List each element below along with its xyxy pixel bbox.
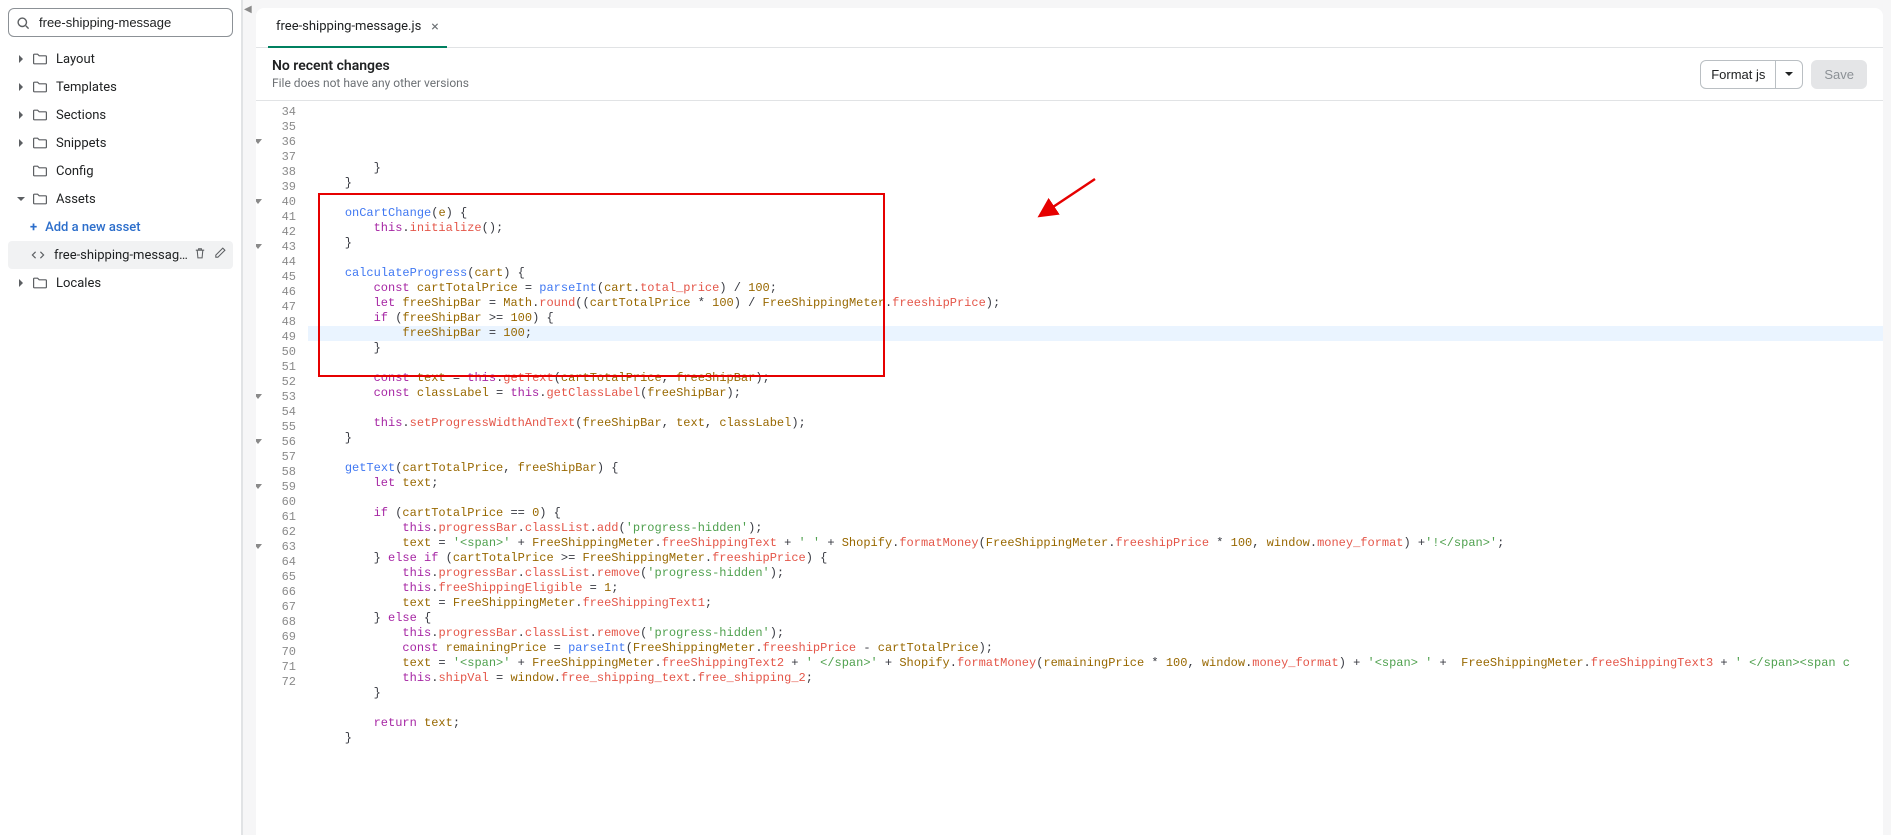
tree-label: Assets (56, 192, 227, 207)
chevron-down-icon (14, 192, 28, 206)
file-header-title: No recent changes (272, 58, 469, 74)
search-wrap (8, 8, 233, 37)
file-header-left: No recent changes File does not have any… (272, 58, 469, 90)
tree-label: Config (56, 164, 227, 179)
chevron-right-icon (14, 52, 28, 66)
save-button[interactable]: Save (1811, 60, 1867, 89)
folder-icon (32, 107, 48, 123)
tree-label: Locales (56, 276, 227, 291)
tree-label: Snippets (56, 136, 227, 151)
file-row-actions (193, 246, 227, 264)
app-root: Layout Templates Sections Snippets Confi (0, 0, 1891, 835)
tree-folder-templates[interactable]: Templates (8, 73, 233, 101)
tree-label: free-shipping-message.js (54, 248, 193, 263)
tree-label: Add a new asset (45, 220, 227, 235)
tab-label: free-shipping-message.js (276, 19, 421, 34)
tree-folder-assets[interactable]: Assets (8, 185, 233, 213)
folder-icon (32, 191, 48, 207)
tab-free-shipping[interactable]: free-shipping-message.js × (268, 8, 447, 48)
file-header-right: Format js Save (1700, 60, 1867, 89)
tree-folder-config[interactable]: Config (8, 157, 233, 185)
file-tree: Layout Templates Sections Snippets Confi (8, 45, 233, 297)
editor-tabs: free-shipping-message.js × (256, 8, 1883, 48)
sidebar: Layout Templates Sections Snippets Confi (0, 0, 242, 835)
tree-label: Templates (56, 80, 227, 95)
folder-icon (32, 163, 48, 179)
plus-icon: + (30, 220, 37, 235)
tree-folder-layout[interactable]: Layout (8, 45, 233, 73)
gutter: 3435363738394041424344454647484950515253… (256, 101, 308, 835)
search-input[interactable] (8, 8, 233, 37)
code-icon (30, 247, 46, 263)
format-button[interactable]: Format js (1700, 60, 1803, 89)
chevron-right-icon (14, 80, 28, 94)
chevron-spacer (14, 164, 28, 178)
chevron-right-icon (14, 276, 28, 290)
folder-icon (32, 51, 48, 67)
main-panel: free-shipping-message.js × No recent cha… (256, 0, 1891, 835)
tree-label: Sections (56, 108, 227, 123)
search-icon (16, 16, 30, 30)
folder-icon (32, 275, 48, 291)
chevron-right-icon (14, 108, 28, 122)
folder-icon (32, 79, 48, 95)
file-header: No recent changes File does not have any… (256, 48, 1883, 101)
chevron-down-icon[interactable] (1776, 63, 1802, 85)
chevron-right-icon (14, 136, 28, 150)
code-area[interactable]: } } onCartChange(e) { this.initialize();… (308, 101, 1883, 835)
collapse-caret-icon[interactable]: ◀ (244, 4, 252, 15)
tree-label: Layout (56, 52, 227, 67)
edit-icon[interactable] (213, 246, 227, 264)
format-button-label: Format js (1701, 61, 1776, 88)
add-asset-button[interactable]: + Add a new asset (8, 213, 233, 241)
file-header-subtitle: File does not have any other versions (272, 76, 469, 90)
tree-file-free-shipping[interactable]: free-shipping-message.js (8, 241, 233, 269)
delete-icon[interactable] (193, 246, 207, 264)
panel-resize-handle[interactable]: ◀ (242, 0, 256, 835)
tree-folder-snippets[interactable]: Snippets (8, 129, 233, 157)
close-icon[interactable]: × (431, 20, 438, 34)
tree-folder-sections[interactable]: Sections (8, 101, 233, 129)
code-editor[interactable]: 3435363738394041424344454647484950515253… (256, 101, 1883, 835)
folder-icon (32, 135, 48, 151)
tree-folder-locales[interactable]: Locales (8, 269, 233, 297)
